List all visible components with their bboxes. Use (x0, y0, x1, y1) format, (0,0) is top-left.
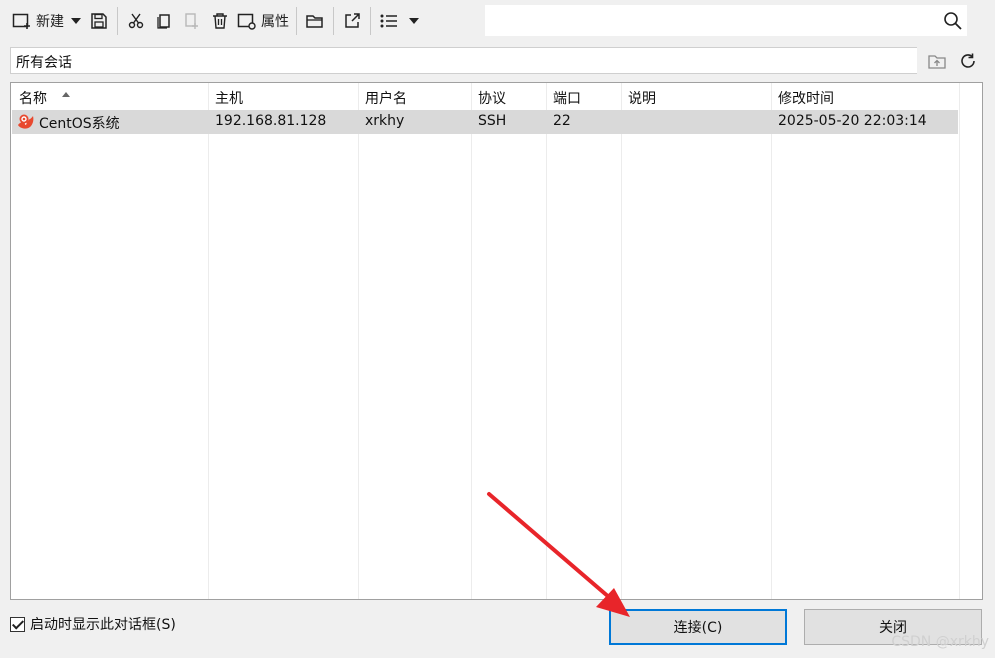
column-header-name[interactable]: 名称 (12, 83, 208, 109)
column-header-label: 说明 (628, 91, 656, 107)
column-header-label: 协议 (478, 91, 506, 107)
session-name[interactable]: CentOS系统 (39, 113, 120, 133)
properties-icon (237, 13, 256, 30)
column-header-description[interactable]: 说明 (621, 83, 771, 109)
properties-label: 属性 (261, 14, 289, 30)
dropdown-icon (409, 18, 419, 24)
startup-checkbox-label: 启动时显示此对话框(S) (30, 617, 176, 633)
session-icon (18, 114, 34, 129)
open-folder-button[interactable] (301, 6, 329, 36)
column-header-modified[interactable]: 修改时间 (771, 83, 959, 109)
session-user: xrkhy (365, 113, 405, 129)
column-divider (358, 83, 359, 599)
open-folder-icon (306, 15, 323, 28)
delete-button[interactable] (206, 6, 234, 36)
new-session-icon (12, 13, 30, 29)
toolbar-separator (370, 7, 371, 35)
delete-icon (213, 13, 227, 29)
sort-ascending-icon (62, 92, 70, 97)
column-header-label: 主机 (215, 91, 243, 107)
watermark: CSDN @xrkhy (891, 634, 989, 650)
save-button[interactable] (85, 6, 113, 36)
startup-checkbox[interactable]: 启动时显示此对话框(S) (10, 614, 176, 634)
startup-checkbox-box[interactable] (10, 616, 25, 632)
refresh-button[interactable] (957, 50, 979, 72)
session-protocol: SSH (478, 113, 507, 129)
session-modified: 2025-05-20 22:03:14 (778, 113, 927, 129)
copy-icon (157, 14, 170, 29)
dropdown-icon (71, 18, 81, 24)
column-divider (546, 83, 547, 599)
column-divider (959, 83, 960, 599)
column-divider (471, 83, 472, 599)
column-header-label: 名称 (19, 91, 47, 107)
export-icon (345, 13, 360, 28)
column-header-port[interactable]: 端口 (546, 83, 621, 109)
session-host: 192.168.81.128 (215, 113, 327, 129)
column-header-label: 端口 (553, 91, 581, 107)
connect-button-label: 连接(C) (673, 620, 723, 636)
toolbar-separator (296, 7, 297, 35)
save-icon (91, 13, 107, 29)
search-input[interactable] (484, 4, 968, 37)
connect-button[interactable]: 连接(C) (609, 609, 787, 645)
column-header-protocol[interactable]: 协议 (471, 83, 546, 109)
folder-up-button[interactable] (926, 50, 948, 72)
column-divider (621, 83, 622, 599)
column-header-user[interactable]: 用户名 (358, 83, 471, 109)
view-mode-button[interactable] (375, 6, 403, 36)
search-icon[interactable] (943, 11, 963, 31)
session-path-bar[interactable]: 所有会话 (10, 47, 917, 74)
properties-button[interactable]: 属性 (234, 6, 292, 36)
list-view-icon (380, 14, 397, 28)
view-mode-dropdown[interactable] (403, 6, 425, 36)
session-list[interactable]: 名称 主机 用户名 协议 端口 说明 修改时间 CentOS系统 192.168… (10, 82, 983, 600)
session-port: 22 (553, 113, 571, 129)
new-session-label: 新建 (36, 14, 64, 30)
cut-button[interactable] (122, 6, 150, 36)
export-button[interactable] (338, 6, 366, 36)
paste-button[interactable] (178, 6, 206, 36)
new-session-dropdown[interactable] (67, 6, 85, 36)
paste-icon (185, 13, 198, 29)
column-header-label: 修改时间 (778, 91, 834, 107)
toolbar-separator (117, 7, 118, 35)
cut-icon (128, 13, 144, 29)
refresh-icon (961, 53, 975, 68)
column-divider (208, 83, 209, 599)
folder-up-icon (928, 55, 946, 69)
column-header-host[interactable]: 主机 (208, 83, 358, 109)
copy-button[interactable] (150, 6, 178, 36)
new-session-button[interactable]: 新建 (10, 6, 67, 36)
column-header-label: 用户名 (365, 91, 407, 107)
toolbar-separator (333, 7, 334, 35)
column-divider (771, 83, 772, 599)
session-path-text: 所有会话 (16, 55, 72, 71)
